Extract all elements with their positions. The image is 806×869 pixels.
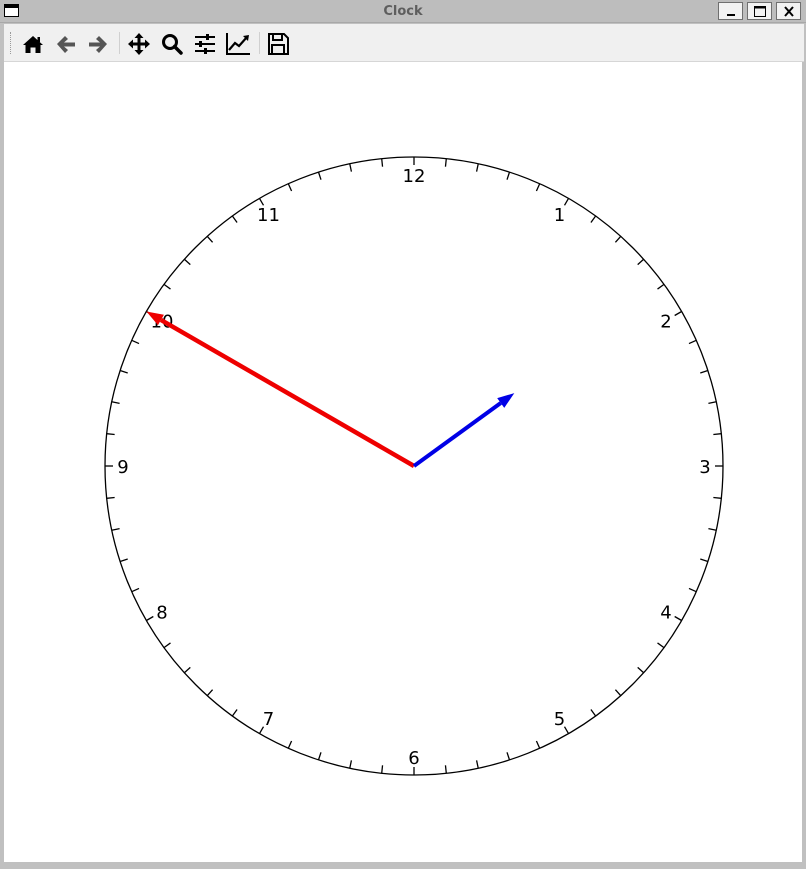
hour-hand <box>412 393 515 468</box>
zoom-icon <box>162 34 183 55</box>
minute-tick <box>163 283 171 290</box>
hour-label: 1 <box>554 205 565 226</box>
minute-tick <box>708 527 717 531</box>
configure-subplots-icon <box>195 34 215 54</box>
minute-tick <box>131 339 140 345</box>
minute-tick <box>657 642 665 649</box>
minute-tick <box>146 615 154 622</box>
minute-hand <box>146 311 416 468</box>
hour-label: 2 <box>660 312 671 333</box>
edit-axis-button[interactable] <box>224 30 252 58</box>
navigation-toolbar <box>4 24 804 62</box>
minute-tick <box>688 587 697 593</box>
toolbar-separator <box>119 32 120 54</box>
minute-tick <box>106 496 115 499</box>
forward-icon <box>89 36 107 53</box>
minute-tick <box>700 369 709 374</box>
title-bar[interactable]: Clock <box>0 0 806 23</box>
minute-tick <box>111 401 120 405</box>
minute-tick <box>535 183 541 192</box>
minute-tick <box>475 163 479 172</box>
minute-tick <box>349 163 353 172</box>
home-icon <box>23 36 43 53</box>
minute-tick <box>535 740 541 749</box>
configure-subplots-button[interactable] <box>191 30 219 58</box>
hour-label: 8 <box>156 603 167 624</box>
minute-tick <box>444 158 447 167</box>
close-icon <box>784 6 794 17</box>
minute-tick <box>206 689 214 697</box>
minute-tick <box>674 615 682 622</box>
minute-tick <box>674 310 682 317</box>
minute-tick <box>317 752 322 761</box>
minute-tick <box>657 283 665 290</box>
hour-labels: 121234567891011 <box>117 166 710 769</box>
maximize-icon <box>754 6 766 17</box>
minute-tick <box>231 215 238 223</box>
minute-tick <box>614 689 622 697</box>
minute-tick <box>183 666 191 674</box>
hour-label: 7 <box>263 709 274 730</box>
clock-hands <box>146 311 515 468</box>
pan-icon <box>128 33 150 55</box>
home-button[interactable] <box>19 30 47 58</box>
hour-label: 11 <box>257 205 280 226</box>
minute-tick <box>590 709 597 717</box>
minute-tick <box>381 158 384 167</box>
minute-tick <box>349 760 353 769</box>
minute-tick <box>381 765 384 774</box>
save-icon <box>268 33 289 55</box>
minute-tick <box>131 587 140 593</box>
clock-face: 121234567891011 <box>104 156 724 776</box>
toolbar-separator <box>259 32 260 54</box>
minimize-icon <box>727 14 735 16</box>
minute-tick <box>183 258 191 266</box>
minute-hand-shaft <box>159 317 416 468</box>
clock-window: Clock 12 1 2 3 4 5 6 7 8 9 11 <box>0 0 806 869</box>
minute-tick <box>119 369 128 374</box>
pan-button[interactable] <box>125 30 153 58</box>
hour-hand-shaft <box>412 401 502 468</box>
minute-tick <box>317 171 322 180</box>
minute-tick <box>506 171 511 180</box>
minute-tick <box>111 527 120 531</box>
minute-tick <box>637 666 645 674</box>
minute-tick <box>475 760 479 769</box>
minimize-button[interactable] <box>718 2 743 20</box>
minute-tick <box>231 709 238 717</box>
minute-tick <box>106 433 115 436</box>
close-button[interactable] <box>776 2 801 20</box>
minute-tick <box>444 765 447 774</box>
back-icon <box>57 36 75 53</box>
hour-label: 9 <box>117 457 128 478</box>
minute-tick <box>163 642 171 649</box>
minute-tick <box>206 235 214 243</box>
minute-tick <box>119 558 128 563</box>
minute-tick <box>614 235 622 243</box>
minute-tick <box>708 401 717 405</box>
minute-tick <box>688 339 697 345</box>
hour-label: 4 <box>660 603 671 624</box>
minute-tick <box>713 433 722 436</box>
zoom-button[interactable] <box>158 30 186 58</box>
hour-label: 3 <box>699 457 710 478</box>
minute-tick <box>700 558 709 563</box>
minute-tick <box>590 215 597 223</box>
minute-tick <box>637 258 645 266</box>
toolbar-grip[interactable] <box>10 32 14 54</box>
back-button[interactable] <box>52 30 80 58</box>
hour-label: 6 <box>408 748 419 769</box>
maximize-button[interactable] <box>747 2 772 20</box>
minute-tick <box>506 752 511 761</box>
minute-tick <box>287 740 293 749</box>
minute-tick <box>287 183 293 192</box>
save-button[interactable] <box>264 30 292 58</box>
figure-canvas[interactable]: 121234567891011 <box>4 62 802 862</box>
minute-tick <box>713 496 722 499</box>
forward-button[interactable] <box>84 30 112 58</box>
hour-label: 5 <box>554 709 565 730</box>
hour-label: 12 <box>403 166 426 187</box>
window-title: Clock <box>383 4 423 19</box>
edit-axis-icon <box>226 33 250 55</box>
